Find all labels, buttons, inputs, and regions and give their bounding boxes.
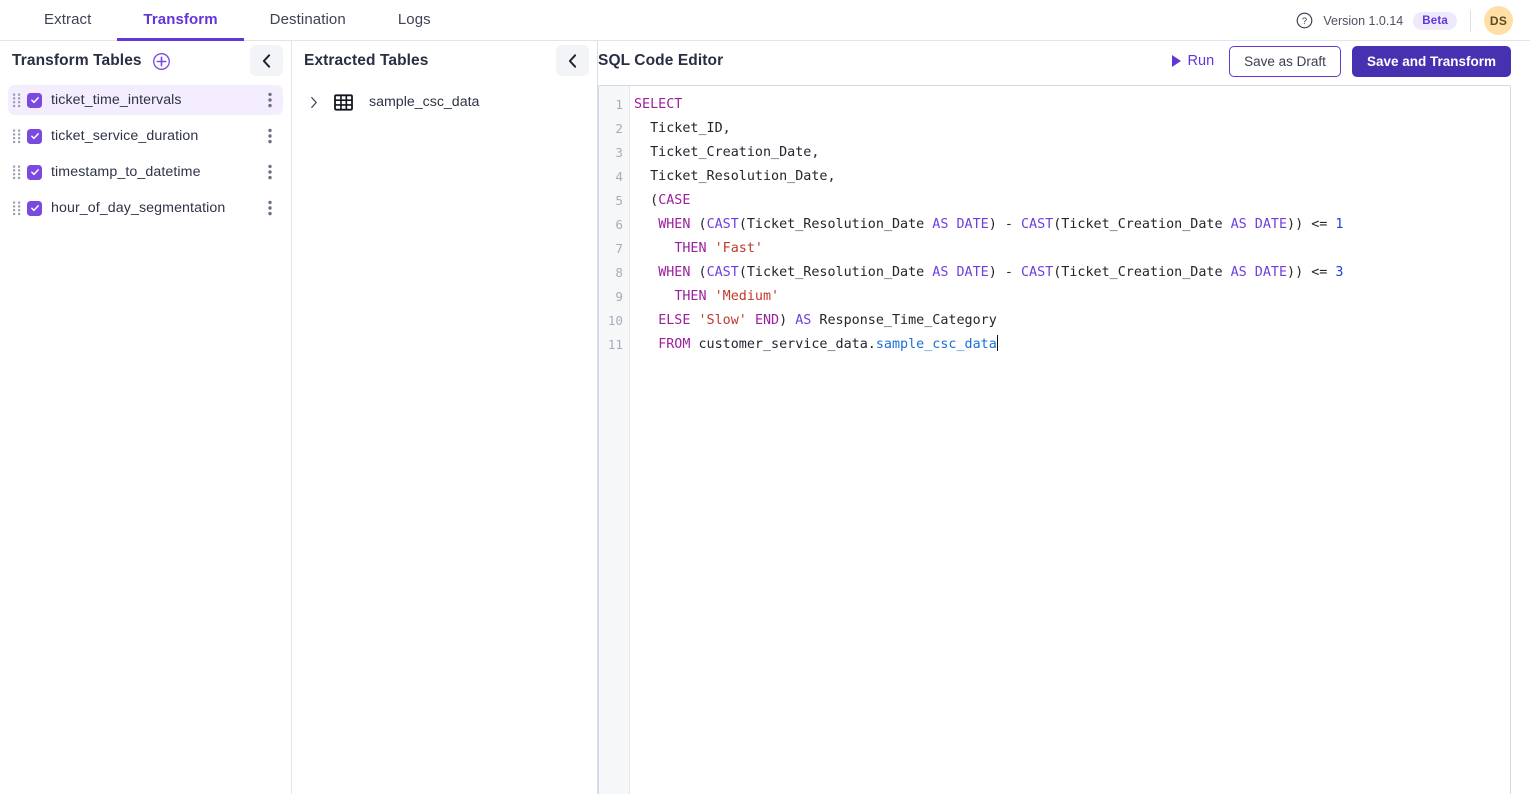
main-tabs: Extract Transform Destination Logs xyxy=(18,0,457,41)
extracted-tables-panel: Extracted Tables xyxy=(292,41,598,794)
svg-text:?: ? xyxy=(1302,16,1307,26)
save-and-transform-button[interactable]: Save and Transform xyxy=(1352,46,1511,77)
tab-extract-label: Extract xyxy=(44,11,91,28)
extracted-table-label: sample_csc_data xyxy=(369,94,479,110)
transform-table-checkbox[interactable] xyxy=(27,93,42,108)
question-circle-icon[interactable]: ? xyxy=(1296,12,1313,29)
sql-code-editor-panel: SQL Code Editor Run Save as Draft Save a… xyxy=(598,41,1530,794)
top-right-controls: ? Version 1.0.14 Beta DS xyxy=(1296,0,1530,41)
transform-table-label: ticket_service_duration xyxy=(51,128,198,144)
sql-code-box[interactable]: 1 2 3 4 5 6 7 8 9 10 11 SELECT Ticket_ID… xyxy=(598,85,1511,794)
line-number: 8 xyxy=(599,261,629,285)
line-number: 9 xyxy=(599,285,629,309)
transform-table-row-ticket-time-intervals[interactable]: ticket_time_intervals xyxy=(8,85,283,115)
version-label: Version 1.0.14 xyxy=(1323,14,1403,28)
play-icon xyxy=(1172,55,1181,67)
row-menu-icon[interactable] xyxy=(268,92,272,108)
drag-handle-icon[interactable] xyxy=(12,200,22,216)
run-button[interactable]: Run xyxy=(1168,51,1219,71)
sql-editor-title: SQL Code Editor xyxy=(598,52,723,70)
tab-destination-label: Destination xyxy=(270,11,346,28)
chevron-left-icon xyxy=(262,54,271,68)
avatar-initials: DS xyxy=(1490,14,1507,28)
row-menu-icon[interactable] xyxy=(268,200,272,216)
extracted-tables-list: sample_csc_data xyxy=(292,81,597,117)
code-line: Ticket_Creation_Date, xyxy=(634,141,1510,165)
code-line: FROM customer_service_data.sample_csc_da… xyxy=(634,333,1510,357)
line-number: 10 xyxy=(599,309,629,333)
code-line: THEN 'Fast' xyxy=(634,237,1510,261)
chevron-right-icon[interactable] xyxy=(310,96,318,109)
transform-tables-header: Transform Tables xyxy=(0,41,291,81)
tab-transform-label: Transform xyxy=(143,11,217,28)
transform-table-label: hour_of_day_segmentation xyxy=(51,200,225,216)
divider xyxy=(1470,10,1471,32)
code-line: WHEN (CAST(Ticket_Resolution_Date AS DAT… xyxy=(634,261,1510,285)
save-as-draft-label: Save as Draft xyxy=(1244,54,1326,69)
drag-handle-icon[interactable] xyxy=(12,128,22,144)
line-number-gutter: 1 2 3 4 5 6 7 8 9 10 11 xyxy=(599,86,630,794)
line-number: 7 xyxy=(599,237,629,261)
sql-editor-header: SQL Code Editor Run Save as Draft Save a… xyxy=(598,41,1530,81)
line-number: 1 xyxy=(599,93,629,117)
line-number: 6 xyxy=(599,213,629,237)
transform-tables-panel: Transform Tables xyxy=(0,41,292,794)
beta-badge: Beta xyxy=(1413,12,1457,30)
line-number: 5 xyxy=(599,189,629,213)
transform-table-row-hour-of-day-segmentation[interactable]: hour_of_day_segmentation xyxy=(8,193,283,223)
line-number: 4 xyxy=(599,165,629,189)
run-button-label: Run xyxy=(1188,53,1215,69)
extracted-tables-title: Extracted Tables xyxy=(304,52,429,70)
extracted-tables-header: Extracted Tables xyxy=(292,41,597,81)
collapse-transform-panel-button[interactable] xyxy=(250,45,283,76)
code-line: WHEN (CAST(Ticket_Resolution_Date AS DAT… xyxy=(634,213,1510,237)
transform-table-checkbox[interactable] xyxy=(27,201,42,216)
transform-table-checkbox[interactable] xyxy=(27,129,42,144)
code-line: (CASE xyxy=(634,189,1510,213)
row-menu-icon[interactable] xyxy=(268,164,272,180)
tab-transform[interactable]: Transform xyxy=(117,0,243,41)
save-as-draft-button[interactable]: Save as Draft xyxy=(1229,46,1341,77)
avatar[interactable]: DS xyxy=(1484,6,1513,35)
transform-tables-title: Transform Tables xyxy=(12,52,142,70)
save-and-transform-label: Save and Transform xyxy=(1367,54,1496,69)
top-navigation-bar: Extract Transform Destination Logs ? Ver… xyxy=(0,0,1530,41)
transform-table-row-ticket-service-duration[interactable]: ticket_service_duration xyxy=(8,121,283,151)
tab-logs-label: Logs xyxy=(398,11,431,28)
sql-code-text[interactable]: SELECT Ticket_ID, Ticket_Creation_Date, … xyxy=(630,86,1510,794)
tab-destination[interactable]: Destination xyxy=(244,0,372,41)
transform-table-label: timestamp_to_datetime xyxy=(51,164,201,180)
chevron-left-icon xyxy=(568,54,577,68)
line-number: 3 xyxy=(599,141,629,165)
transform-table-row-timestamp-to-datetime[interactable]: timestamp_to_datetime xyxy=(8,157,283,187)
transform-table-label: ticket_time_intervals xyxy=(51,92,182,108)
drag-handle-icon[interactable] xyxy=(12,92,22,108)
table-grid-icon xyxy=(334,94,353,111)
extracted-table-row-sample-csc-data[interactable]: sample_csc_data xyxy=(292,87,597,117)
code-line: THEN 'Medium' xyxy=(634,285,1510,309)
drag-handle-icon[interactable] xyxy=(12,164,22,180)
plus-circle-icon[interactable] xyxy=(152,52,171,71)
collapse-extracted-panel-button[interactable] xyxy=(556,45,589,76)
transform-tables-list: ticket_time_intervals xyxy=(0,81,291,223)
code-line: Ticket_Resolution_Date, xyxy=(634,165,1510,189)
code-line: Ticket_ID, xyxy=(634,117,1510,141)
row-menu-icon[interactable] xyxy=(268,128,272,144)
sql-editor-actions: Run Save as Draft Save and Transform xyxy=(1168,46,1511,77)
line-number: 2 xyxy=(599,117,629,141)
tab-logs[interactable]: Logs xyxy=(372,0,457,41)
tab-extract[interactable]: Extract xyxy=(18,0,117,41)
code-line: ELSE 'Slow' END) AS Response_Time_Catego… xyxy=(634,309,1510,333)
workspace: Transform Tables xyxy=(0,41,1530,794)
transform-table-checkbox[interactable] xyxy=(27,165,42,180)
code-line: SELECT xyxy=(634,93,1510,117)
line-number: 11 xyxy=(599,333,629,357)
